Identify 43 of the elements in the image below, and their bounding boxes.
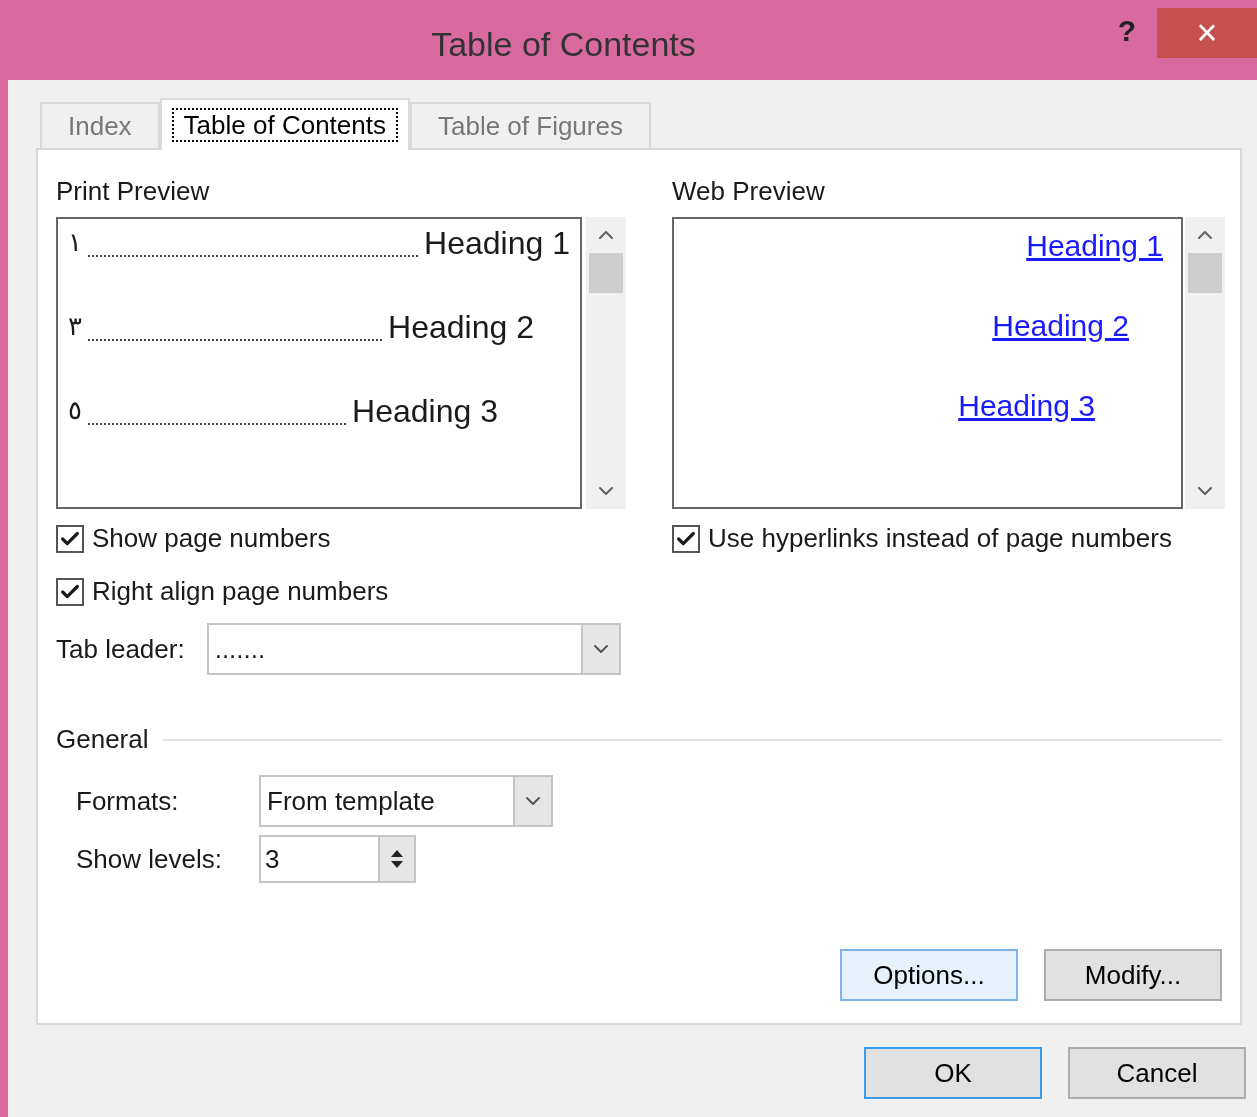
- tab[interactable]: Index: [40, 102, 160, 148]
- scroll-thumb[interactable]: [1188, 253, 1222, 293]
- preview-heading: Heading 3: [352, 392, 498, 431]
- checkbox[interactable]: [672, 524, 700, 553]
- page-number: ١: [68, 226, 82, 259]
- scroll-thumb[interactable]: [589, 253, 623, 293]
- ok-button[interactable]: OK: [864, 1047, 1042, 1099]
- heading-link[interactable]: Heading 3: [958, 383, 1095, 427]
- spinner-value: 3: [264, 842, 281, 876]
- heading-link[interactable]: Heading 2: [992, 303, 1129, 347]
- scrollbar[interactable]: [586, 217, 626, 509]
- dropdown[interactable]: From template: [259, 775, 553, 827]
- dialog-button[interactable]: Modify...: [1044, 949, 1222, 1001]
- field-label: Show levels:: [76, 842, 223, 876]
- dialog-button[interactable]: Options...: [840, 949, 1018, 1001]
- spin-up-icon[interactable]: [391, 850, 403, 857]
- group-label: General: [56, 723, 149, 756]
- checkbox-label: Use hyperlinks instead of page numbers: [708, 522, 1172, 555]
- section-label: Print Preview: [56, 175, 211, 208]
- dropdown-value: From template: [266, 784, 436, 818]
- help-button[interactable]: ?: [1097, 0, 1157, 60]
- close-button[interactable]: ×: [1157, 8, 1257, 58]
- checkbox[interactable]: [56, 577, 84, 606]
- preview-heading: Heading 2: [388, 308, 534, 347]
- spin-down-icon[interactable]: [391, 861, 403, 868]
- window-title: Table of Contents: [430, 23, 697, 65]
- section-label: Web Preview: [672, 175, 826, 208]
- checkbox-label: Right align page numbers: [92, 575, 389, 608]
- dialog-button[interactable]: Cancel: [1068, 1047, 1246, 1099]
- levels-spinner[interactable]: 3: [259, 835, 416, 883]
- preview-heading: Heading 1: [424, 224, 570, 263]
- checkbox[interactable]: [56, 524, 84, 553]
- tab[interactable]: Table of Contents: [159, 98, 410, 150]
- page-number: ٥: [68, 394, 82, 427]
- field-label: Tab leader:: [56, 632, 185, 666]
- scrollbar[interactable]: [1185, 217, 1225, 509]
- field-label: Formats:: [76, 784, 180, 818]
- dropdown-value: .......: [213, 632, 267, 666]
- checkbox-label: Show page numbers: [92, 522, 331, 555]
- heading-link[interactable]: Heading 1: [1026, 223, 1163, 267]
- page-number: ٣: [68, 310, 82, 343]
- tab[interactable]: Table of Figures: [409, 102, 651, 148]
- dropdown[interactable]: .......: [206, 623, 621, 675]
